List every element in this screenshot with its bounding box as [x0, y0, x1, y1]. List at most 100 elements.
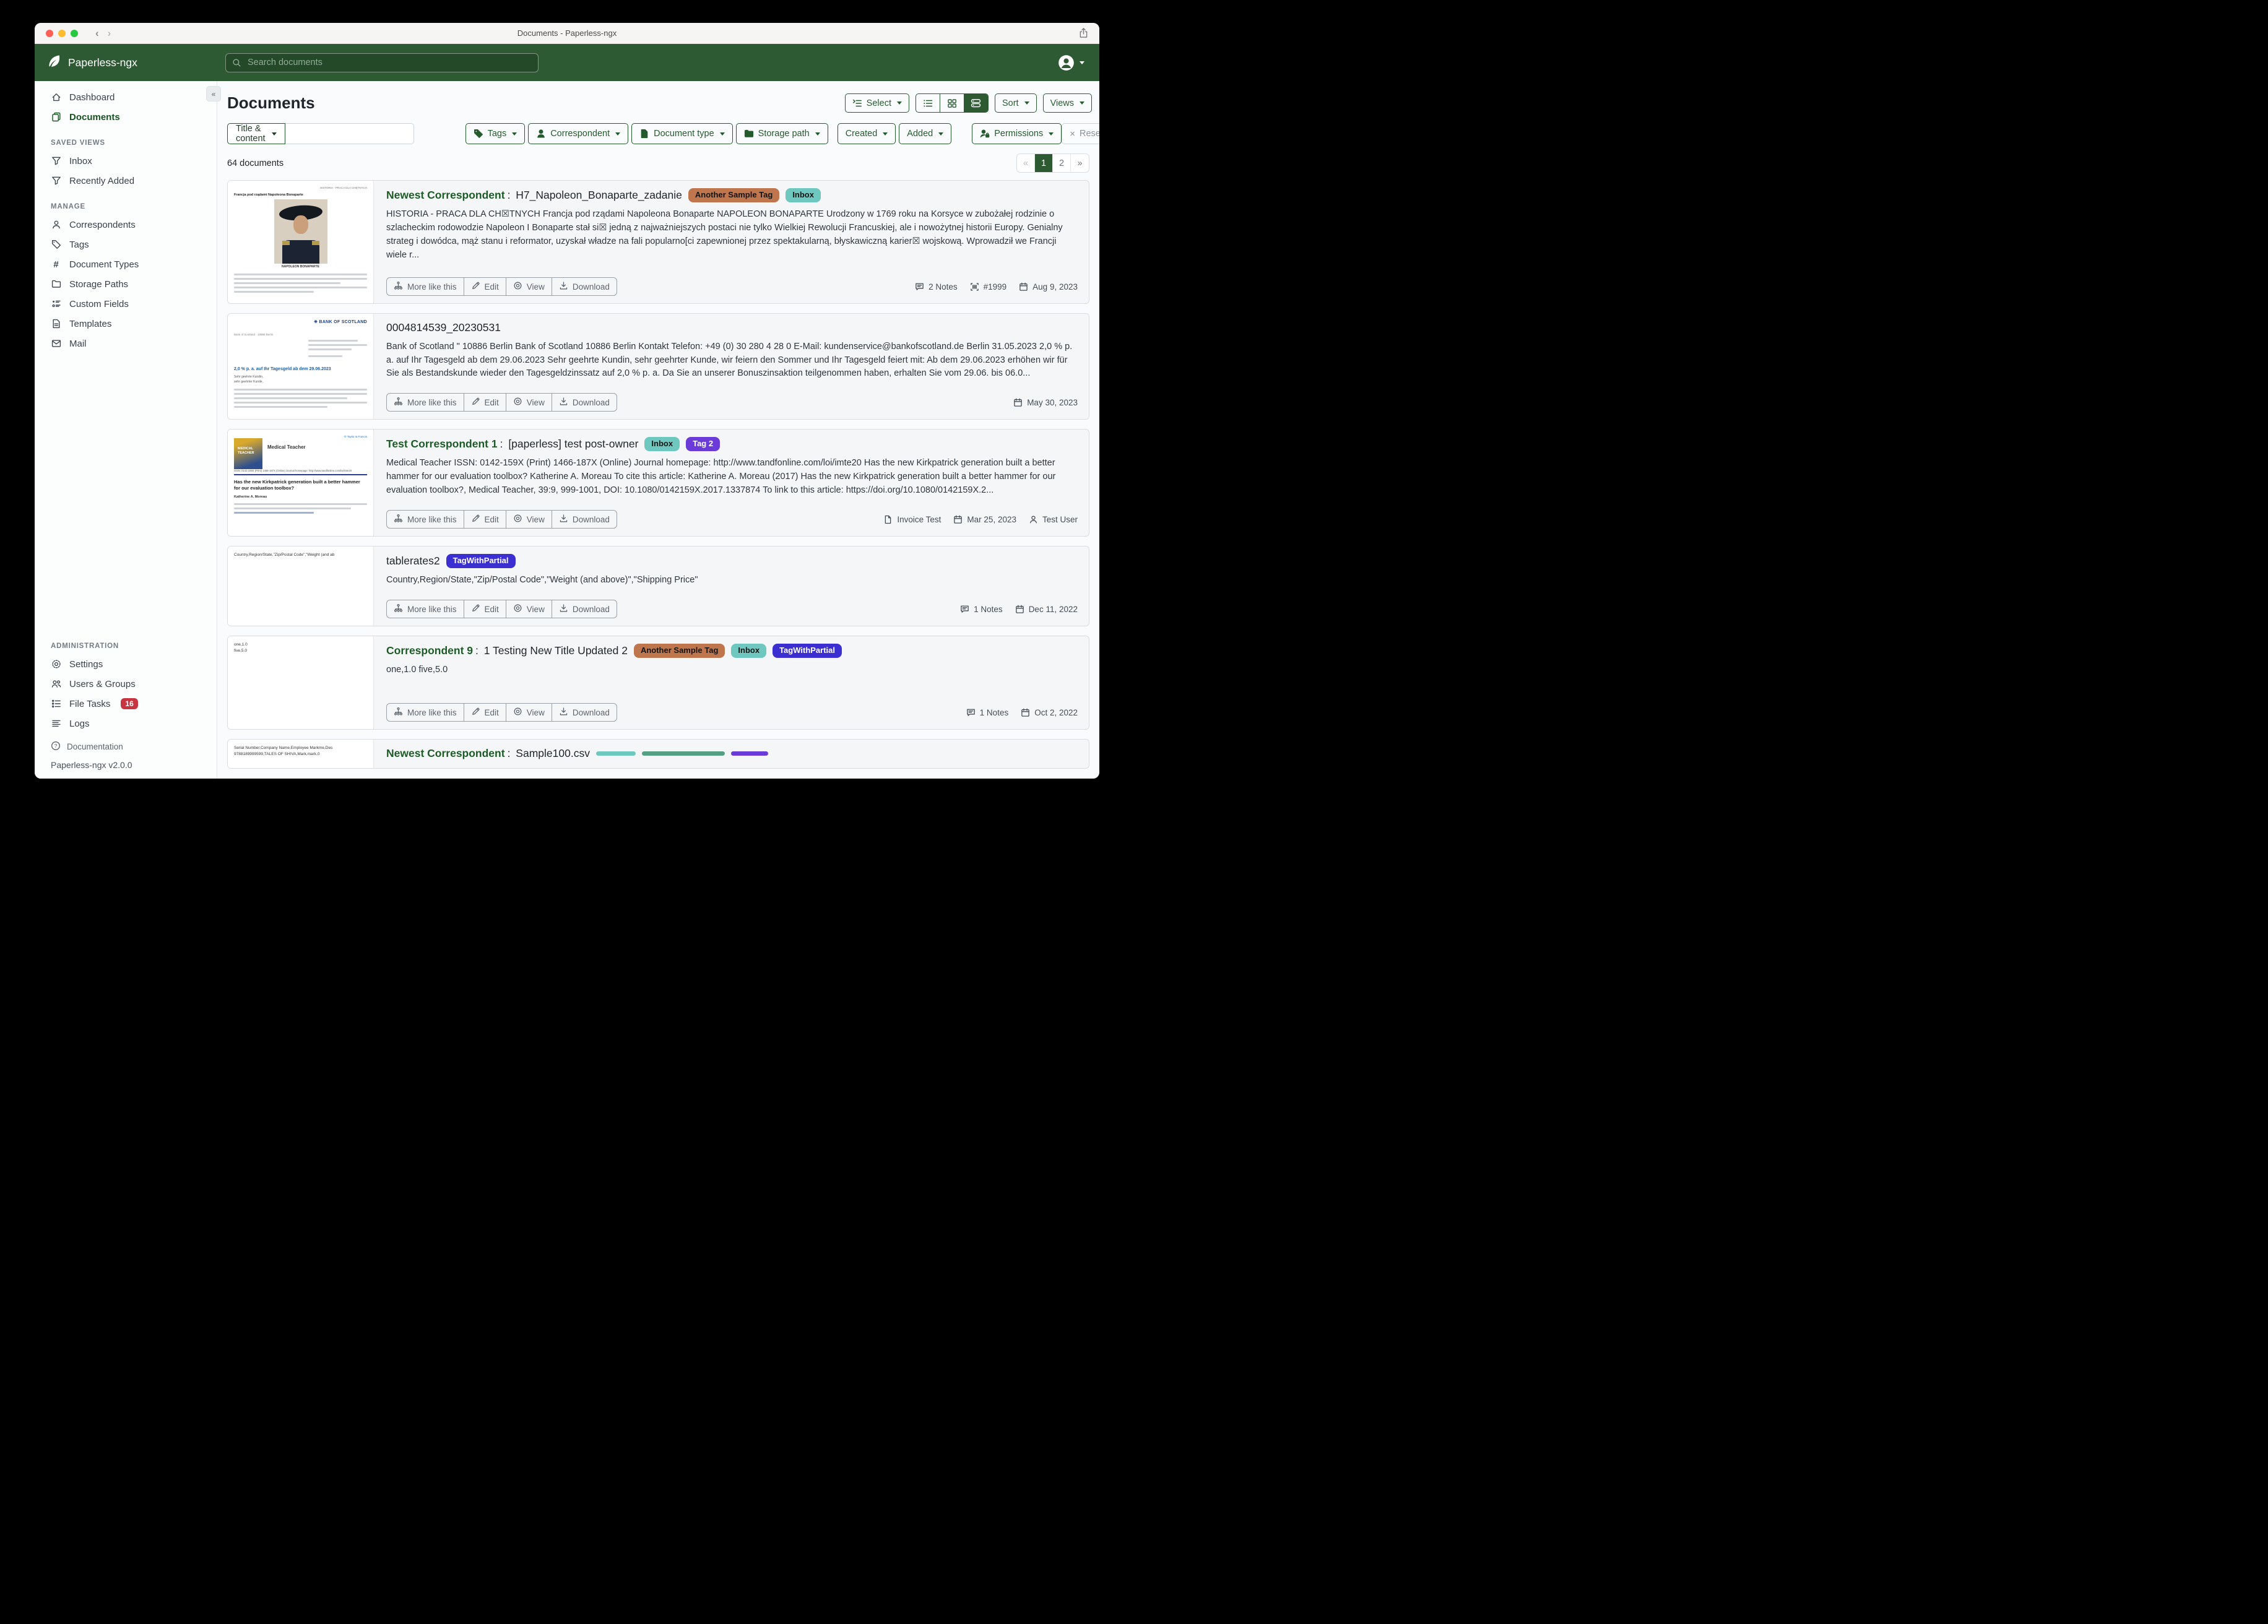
- tag-chip[interactable]: [731, 751, 768, 756]
- sidebar-item-recently-added[interactable]: Recently Added: [35, 171, 217, 191]
- download-button[interactable]: Download: [552, 394, 617, 411]
- document-thumbnail[interactable]: ⬭ Taylor & Francis MEDICALTEACHER Medica…: [228, 430, 374, 536]
- sidebar-item-users-groups[interactable]: Users & Groups: [35, 674, 217, 694]
- document-title[interactable]: 0004814539_20230531: [386, 321, 501, 335]
- filter-field-selector[interactable]: Title & content: [227, 123, 285, 144]
- document-thumbnail[interactable]: HISTORIA - PRACA DLA CHĘTNYCH Francja po…: [228, 181, 374, 303]
- edit-button[interactable]: Edit: [464, 704, 506, 721]
- filter-permissions-button[interactable]: Permissions: [972, 123, 1062, 144]
- correspondent-link[interactable]: Newest Correspondent: [386, 189, 505, 202]
- more-like-this-button[interactable]: More like this: [387, 278, 464, 295]
- download-button[interactable]: Download: [552, 511, 617, 528]
- meta-calendar[interactable]: Mar 25, 2023: [953, 515, 1016, 524]
- meta-calendar[interactable]: Dec 11, 2022: [1015, 605, 1078, 614]
- sidebar-item-tags[interactable]: Tags: [35, 235, 217, 254]
- document-thumbnail[interactable]: Serial Number,Company Name,Employee Mark…: [228, 740, 374, 768]
- share-icon[interactable]: [1079, 27, 1088, 41]
- sidebar-item-custom-fields[interactable]: Custom Fields: [35, 294, 217, 314]
- meta-user[interactable]: Test User: [1029, 515, 1078, 524]
- document-title[interactable]: [paperless] test post-owner: [508, 438, 638, 451]
- document-title[interactable]: Sample100.csv: [516, 747, 590, 761]
- sidebar-item-correspondents[interactable]: Correspondents: [35, 215, 217, 235]
- tag-chip[interactable]: Inbox: [644, 437, 680, 451]
- document-title[interactable]: H7_Napoleon_Bonaparte_zadanie: [516, 189, 682, 202]
- meta-notes[interactable]: 1 Notes: [966, 708, 1009, 717]
- more-like-this-button[interactable]: More like this: [387, 394, 464, 411]
- filter-storage-path-button[interactable]: Storage path: [736, 123, 828, 144]
- tag-chip[interactable]: [596, 751, 636, 756]
- view-button[interactable]: View: [506, 704, 552, 721]
- pagination-page-1[interactable]: 1: [1035, 154, 1053, 172]
- document-thumbnail[interactable]: ❈ BANK OF SCOTLAND Bank of Scotland · 10…: [228, 314, 374, 419]
- views-button[interactable]: Views: [1043, 93, 1092, 113]
- sidebar-item-dashboard[interactable]: Dashboard: [35, 87, 217, 107]
- sidebar-item-mail[interactable]: Mail: [35, 334, 217, 353]
- sidebar-item-logs[interactable]: Logs: [35, 714, 217, 733]
- user-menu[interactable]: [1058, 54, 1084, 71]
- tag-chip[interactable]: Inbox: [786, 188, 821, 202]
- pagination-page-2[interactable]: 2: [1053, 154, 1071, 172]
- document-thumbnail[interactable]: one,1.0 five,5.0: [228, 636, 374, 729]
- meta-asn[interactable]: #1999: [970, 282, 1007, 292]
- filter-document-type-button[interactable]: Document type: [631, 123, 733, 144]
- tag-chip[interactable]: Another Sample Tag: [688, 188, 779, 202]
- tag-chip[interactable]: Another Sample Tag: [634, 644, 725, 658]
- pagination-prev[interactable]: «: [1017, 154, 1035, 172]
- edit-button[interactable]: Edit: [464, 511, 506, 528]
- meta-calendar[interactable]: Oct 2, 2022: [1021, 708, 1078, 717]
- sidebar-item-inbox[interactable]: Inbox: [35, 151, 217, 171]
- tag-chip[interactable]: Inbox: [731, 644, 766, 658]
- meta-calendar[interactable]: May 30, 2023: [1013, 398, 1078, 407]
- global-search[interactable]: [225, 53, 539, 72]
- filter-added-button[interactable]: Added: [899, 123, 951, 144]
- sidebar-item-storage-paths[interactable]: Storage Paths: [35, 274, 217, 294]
- document-title[interactable]: tablerates2: [386, 555, 440, 568]
- reset-filters-button[interactable]: ×Reset filters: [1062, 123, 1099, 144]
- view-button[interactable]: View: [506, 278, 552, 295]
- correspondent-link[interactable]: Test Correspondent 1: [386, 438, 498, 451]
- filter-tags-button[interactable]: Tags: [465, 123, 526, 144]
- more-like-this-button[interactable]: More like this: [387, 704, 464, 721]
- sidebar-item-documentation[interactable]: ?Documentation: [35, 737, 217, 756]
- document-thumbnail[interactable]: Country,Region/State,"Zip/Postal Code","…: [228, 546, 374, 626]
- tag-chip[interactable]: [642, 751, 725, 756]
- meta-calendar[interactable]: Aug 9, 2023: [1019, 282, 1078, 292]
- edit-button[interactable]: Edit: [464, 394, 506, 411]
- download-button[interactable]: Download: [552, 704, 617, 721]
- view-mode-list[interactable]: [916, 94, 940, 112]
- download-button[interactable]: Download: [552, 278, 617, 295]
- filter-created-button[interactable]: Created: [838, 123, 896, 144]
- view-mode-grid[interactable]: [940, 94, 964, 112]
- sidebar-item-documents[interactable]: Documents: [35, 107, 217, 127]
- correspondent-link[interactable]: Correspondent 9: [386, 644, 473, 658]
- edit-button[interactable]: Edit: [464, 600, 506, 618]
- view-button[interactable]: View: [506, 600, 552, 618]
- sort-button[interactable]: Sort: [995, 93, 1037, 113]
- tag-chip[interactable]: TagWithPartial: [773, 644, 842, 658]
- download-button[interactable]: Download: [552, 600, 617, 618]
- correspondent-link[interactable]: Newest Correspondent: [386, 747, 505, 761]
- view-button[interactable]: View: [506, 511, 552, 528]
- more-like-this-button[interactable]: More like this: [387, 511, 464, 528]
- select-button[interactable]: Select: [845, 93, 909, 113]
- tag-chip[interactable]: Tag 2: [686, 437, 720, 451]
- view-button[interactable]: View: [506, 394, 552, 411]
- sidebar-item-settings[interactable]: Settings: [35, 654, 217, 674]
- sidebar-item-document-types[interactable]: #Document Types: [35, 254, 217, 274]
- filter-text-input[interactable]: [285, 123, 414, 144]
- tag-chip[interactable]: TagWithPartial: [446, 554, 516, 568]
- document-title[interactable]: 1 Testing New Title Updated 2: [484, 644, 628, 658]
- filter-correspondent-button[interactable]: Correspondent: [528, 123, 628, 144]
- edit-button[interactable]: Edit: [464, 278, 506, 295]
- sidebar-item-templates[interactable]: Templates: [35, 314, 217, 334]
- more-like-this-button[interactable]: More like this: [387, 600, 464, 618]
- meta-docfile[interactable]: Invoice Test: [883, 515, 941, 524]
- pagination-next[interactable]: »: [1071, 154, 1089, 172]
- app-logo[interactable]: Paperless-ngx: [47, 54, 225, 72]
- sidebar-item-file-tasks[interactable]: File Tasks 16: [35, 694, 217, 714]
- view-mode-details[interactable]: [964, 94, 988, 112]
- search-input[interactable]: [246, 57, 532, 68]
- meta-notes[interactable]: 1 Notes: [960, 605, 1003, 614]
- sidebar-collapse-button[interactable]: «: [206, 86, 221, 102]
- meta-notes[interactable]: 2 Notes: [915, 282, 958, 292]
